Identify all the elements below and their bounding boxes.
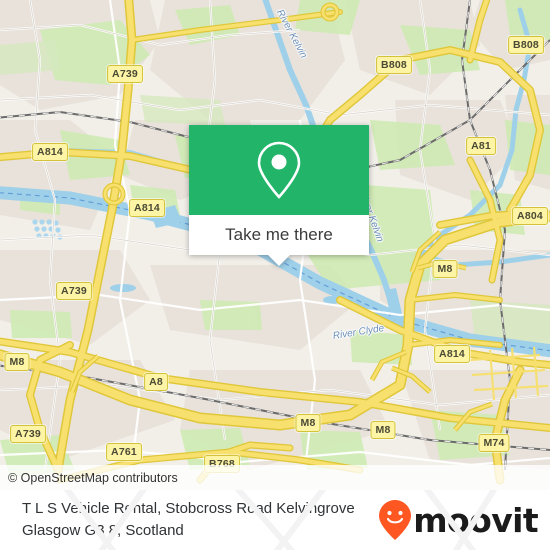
road-shield: M8 <box>432 260 458 278</box>
road-shield: A804 <box>512 207 548 225</box>
moovit-wordmark: moovit <box>413 500 538 540</box>
road-shield: A761 <box>106 443 142 461</box>
location-callout[interactable]: Take me there <box>189 125 369 266</box>
road-shield: M8 <box>4 353 30 371</box>
road-shield: M74 <box>478 434 510 452</box>
location-title-line1: T L S Vehicle Rental, Stobcross Road Kel… <box>22 500 355 518</box>
road-shield: A8 <box>144 373 168 391</box>
moovit-pin-icon <box>379 500 412 540</box>
road-shield: A739 <box>107 65 143 83</box>
callout-header <box>189 125 369 215</box>
road-shield: A739 <box>10 425 46 443</box>
road-shield: A814 <box>32 143 68 161</box>
road-shield: M8 <box>295 414 321 432</box>
road-shield: A814 <box>434 345 470 363</box>
take-me-there-label: Take me there <box>225 225 333 244</box>
moovit-logo[interactable]: moovit <box>378 499 550 541</box>
attribution-text: © OpenStreetMap contributors <box>8 470 178 485</box>
road-shield: M8 <box>370 421 396 439</box>
road-shield: B808 <box>376 56 412 74</box>
map-pin-icon <box>257 141 301 199</box>
road-shield: A739 <box>56 282 92 300</box>
road-shield: A81 <box>466 137 496 155</box>
road-shield: A814 <box>129 199 165 217</box>
road-shield: B808 <box>508 36 544 54</box>
map-attribution: © OpenStreetMap contributors <box>0 465 550 490</box>
callout-tail <box>268 255 290 266</box>
location-title-line2: Glasgow G3 8, Scotland <box>22 522 184 539</box>
map-canvas[interactable]: A739 A814 A814 B808 B808 A81 A804 M8 A73… <box>0 0 550 490</box>
moovit-location-card: A739 A814 A814 B808 B808 A81 A804 M8 A73… <box>0 0 550 550</box>
footer-bar: T L S Vehicle Rental, Stobcross Road Kel… <box>0 490 550 550</box>
take-me-there-button[interactable]: Take me there <box>189 215 369 255</box>
location-title: T L S Vehicle Rental, Stobcross Road Kel… <box>0 498 378 542</box>
